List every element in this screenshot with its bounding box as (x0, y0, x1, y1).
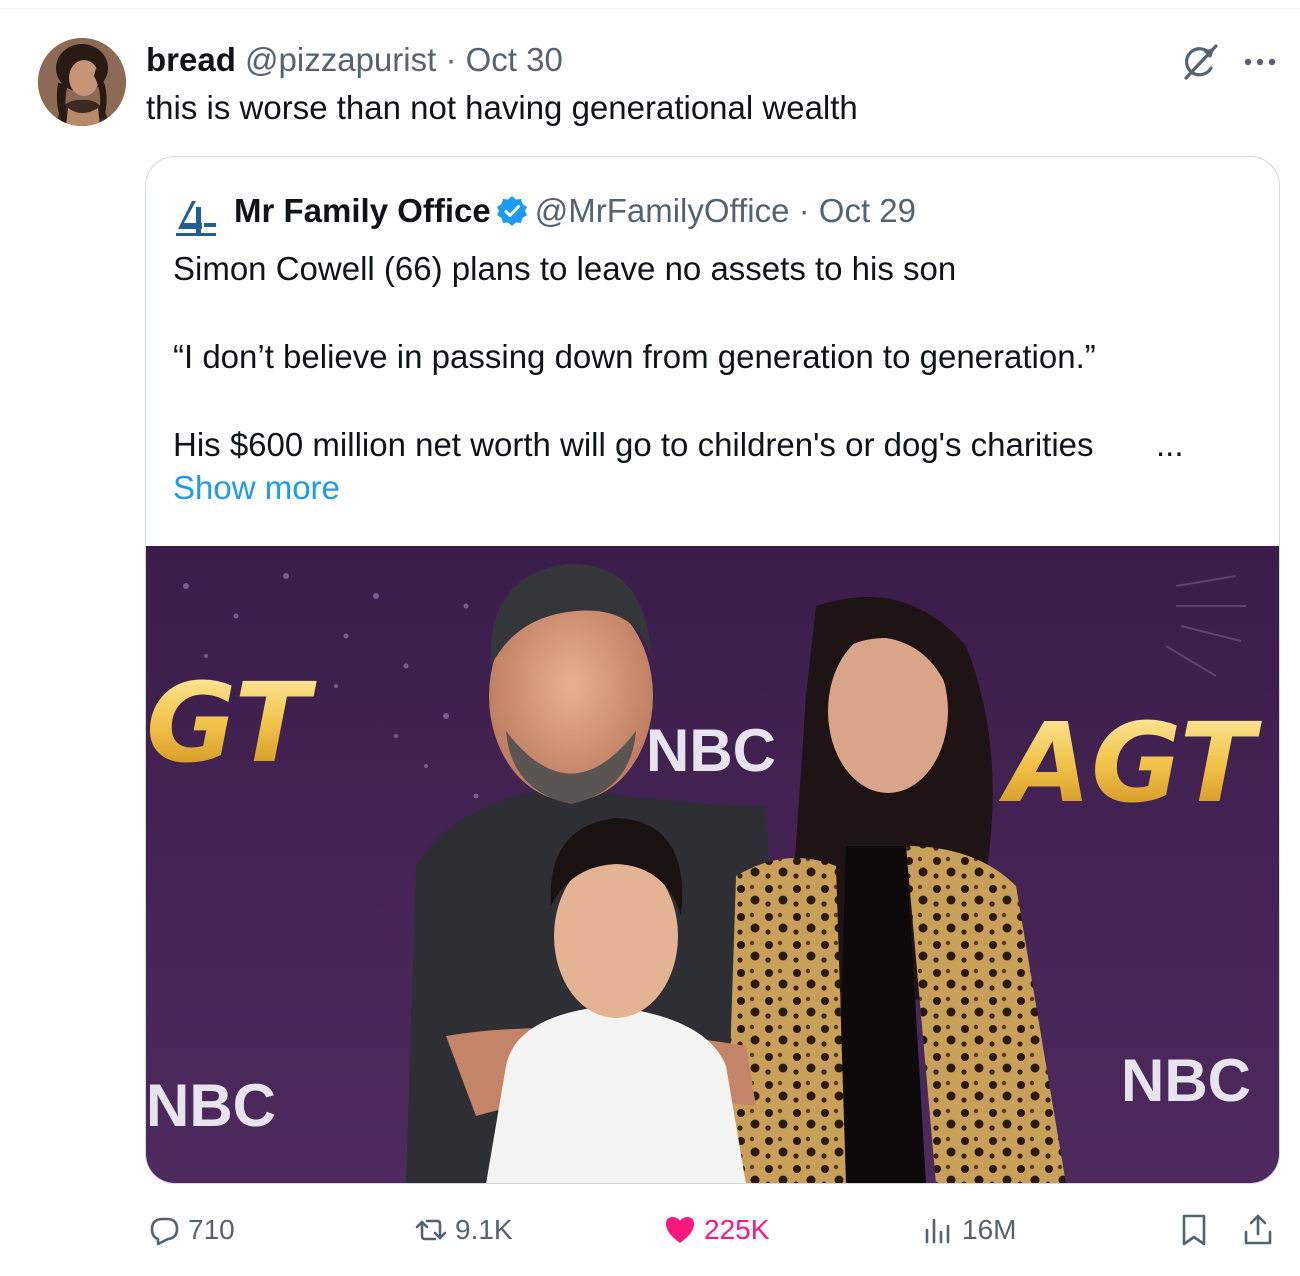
quoted-author-name[interactable]: Mr Family Office (234, 192, 491, 229)
views-count: 16M (962, 1214, 1017, 1245)
repost-icon (415, 1219, 447, 1241)
share-icon (1244, 1214, 1272, 1245)
views-button[interactable]: 16M (920, 1205, 1016, 1255)
tweet-text: this is worse than not having generation… (146, 89, 858, 126)
action-bar: 710 9.1K 225K 16M (0, 1205, 1300, 1255)
reply-count: 710 (188, 1214, 235, 1245)
grok-icon[interactable] (1180, 42, 1220, 82)
repost-count: 9.1K (455, 1214, 513, 1245)
repost-button[interactable]: 9.1K (413, 1205, 513, 1255)
top-divider (0, 8, 1300, 9)
photo-nbc-right: NBC (1121, 1047, 1251, 1114)
quoted-header: Mr Family Office @MrFamilyOffice · Oct 29 (234, 191, 916, 231)
like-icon (666, 1217, 694, 1243)
quoted-handle-date[interactable]: @MrFamilyOffice · Oct 29 (535, 192, 916, 229)
quoted-text-ellipsis: ... (1156, 426, 1184, 463)
reply-button[interactable]: 710 (146, 1205, 235, 1255)
photo-nbc-center: NBC (646, 717, 776, 784)
quoted-photo[interactable]: GT AGT NBC NBC NBC (146, 546, 1279, 1183)
bookmark-icon (1182, 1214, 1206, 1246)
more-icon[interactable] (1240, 44, 1280, 80)
author-avatar[interactable] (38, 38, 126, 126)
verified-badge-icon (495, 194, 529, 228)
reply-icon (150, 1217, 179, 1246)
author-handle-date[interactable]: @pizzapurist · Oct 30 (245, 41, 563, 78)
photo-nbc-left: NBC (146, 1072, 276, 1139)
quoted-author-avatar[interactable] (172, 193, 220, 241)
views-icon (925, 1218, 950, 1244)
quoted-tweet[interactable]: Mr Family Office @MrFamilyOffice · Oct 29… (145, 156, 1280, 1184)
photo-agt-left: GT (146, 659, 317, 787)
show-more-link[interactable]: Show more (173, 468, 340, 508)
quoted-text-line-1: Simon Cowell (66) plans to leave no asse… (173, 250, 957, 287)
share-button[interactable] (1240, 1205, 1282, 1255)
author-name[interactable]: bread (146, 41, 236, 78)
photo-agt-right: AGT (998, 699, 1262, 827)
quoted-text-line-3: His $600 million net worth will go to ch… (173, 426, 1094, 463)
quoted-text-line-2: “I don’t believe in passing down from ge… (173, 338, 1096, 375)
bookmark-button[interactable] (1176, 1205, 1218, 1255)
like-button[interactable]: 225K (662, 1205, 769, 1255)
tweet-header: bread @pizzapurist · Oct 30 (146, 40, 563, 80)
like-count: 225K (704, 1214, 770, 1245)
